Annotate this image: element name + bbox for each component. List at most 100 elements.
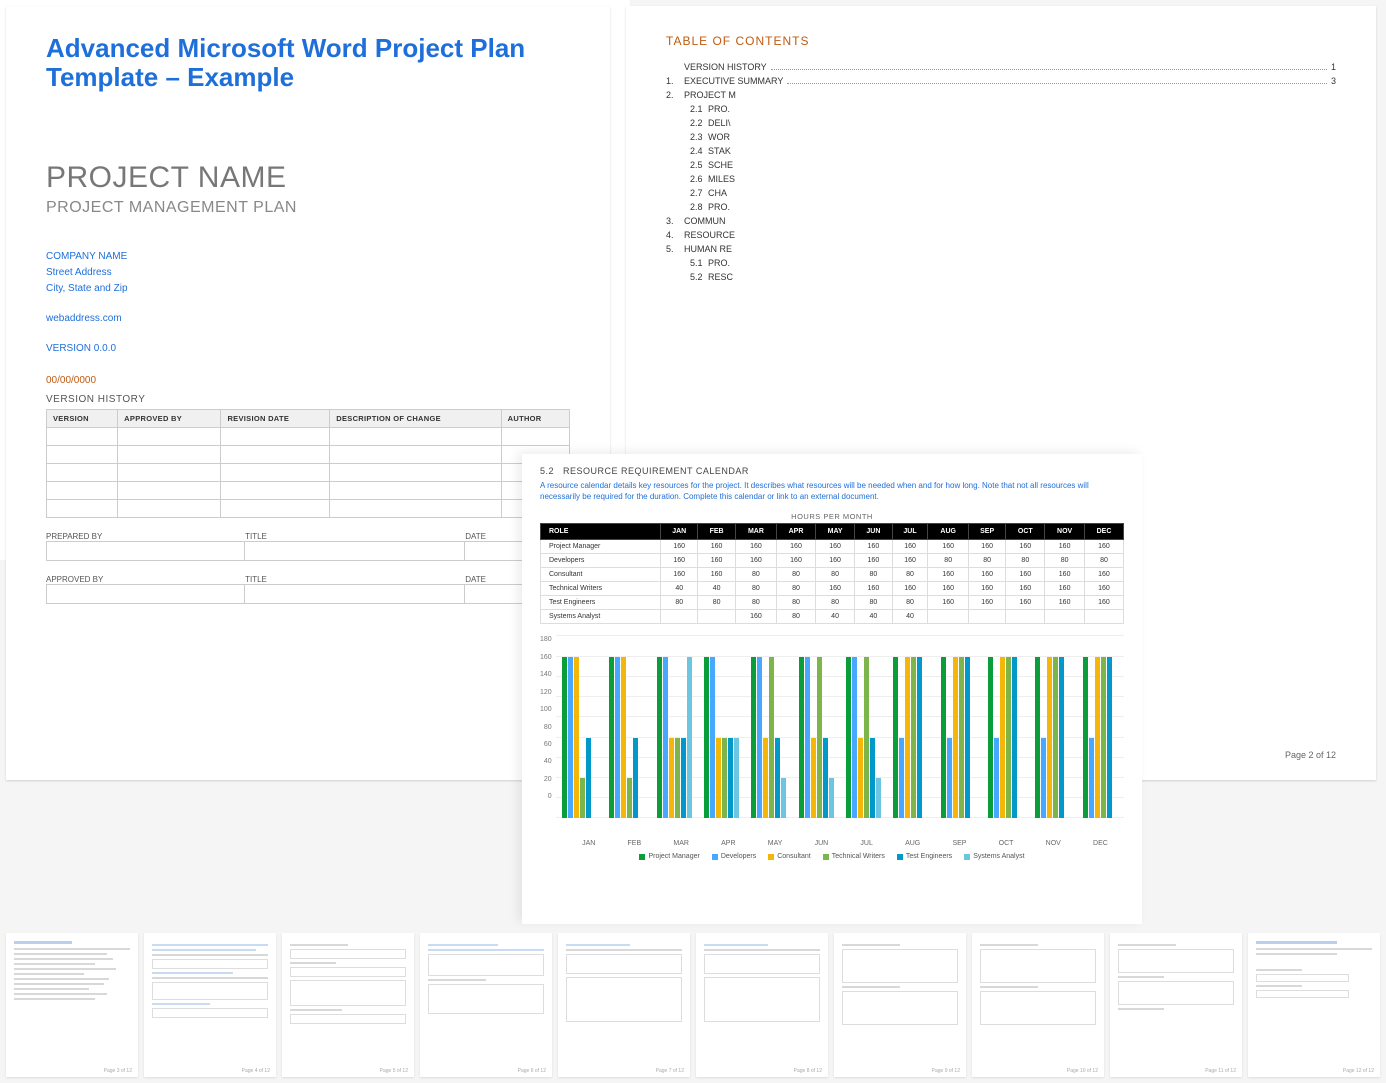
x-tick: MAR: [673, 840, 689, 847]
vh-col-header: VERSION: [47, 410, 118, 428]
toc-subentry[interactable]: 2.8PRO.: [666, 202, 1336, 212]
toc-heading: TABLE OF CONTENTS: [666, 34, 1336, 48]
bar: [704, 657, 709, 819]
page-thumbnail[interactable]: Page 12 of 12: [1248, 933, 1380, 1077]
toc-subentry[interactable]: 2.3WOR: [666, 132, 1336, 142]
bar: [1047, 657, 1052, 819]
toc-subentry[interactable]: 2.4STAK: [666, 146, 1336, 156]
x-tick: JAN: [582, 840, 595, 847]
bar: [870, 738, 875, 819]
toc-subentry[interactable]: 2.1PRO.: [666, 104, 1336, 114]
toc-subentry[interactable]: 2.5SCHE: [666, 160, 1336, 170]
bar: [675, 738, 680, 819]
bar: [1089, 738, 1094, 819]
bar: [947, 738, 952, 819]
sig-field[interactable]: [245, 541, 465, 561]
sig-label: TITLE: [245, 532, 465, 541]
bar: [1035, 657, 1040, 819]
bar: [627, 778, 632, 818]
sig-label: APPROVED BY: [46, 575, 245, 584]
bar: [994, 738, 999, 819]
x-tick: OCT: [999, 840, 1014, 847]
sig-field[interactable]: [245, 584, 465, 604]
project-subtitle: PROJECT MANAGEMENT PLAN: [46, 199, 570, 217]
toc-entry[interactable]: 2.PROJECT M: [666, 90, 1336, 100]
table-row: Project Manager1601601601601601601601601…: [541, 540, 1124, 554]
x-tick: JUN: [815, 840, 829, 847]
bar: [1006, 657, 1011, 819]
x-tick: APR: [721, 840, 735, 847]
bar-group: [657, 636, 692, 818]
bar: [1095, 657, 1100, 819]
page-thumbnail[interactable]: Page 8 of 12: [696, 933, 828, 1077]
doc-version: VERSION 0.0.0: [46, 341, 570, 357]
bar: [1041, 738, 1046, 819]
toc-subentry[interactable]: 5.2RESC: [666, 272, 1336, 282]
page-thumbnail[interactable]: Page 5 of 12: [282, 933, 414, 1077]
bar: [823, 738, 828, 819]
bar: [1000, 657, 1005, 819]
toc-subentry[interactable]: 5.1PRO.: [666, 258, 1336, 268]
x-tick: JUL: [860, 840, 872, 847]
toc-entry[interactable]: 1.EXECUTIVE SUMMARY3: [666, 76, 1336, 86]
vh-col-header: AUTHOR: [501, 410, 569, 428]
bar: [941, 657, 946, 819]
bar: [1053, 657, 1058, 819]
page-thumbnail[interactable]: Page 6 of 12: [420, 933, 552, 1077]
legend-item: Consultant: [768, 853, 810, 860]
toc-subentry[interactable]: 2.6MILES: [666, 174, 1336, 184]
legend-item: Developers: [712, 853, 756, 860]
bar: [846, 657, 851, 819]
bar-group: [751, 636, 786, 818]
page-thumbnail[interactable]: Page 7 of 12: [558, 933, 690, 1077]
bar: [959, 657, 964, 819]
bar: [988, 657, 993, 819]
document-title: Advanced Microsoft Word Project Plan Tem…: [46, 34, 570, 91]
bar-group: [609, 636, 644, 818]
bar-group: [988, 636, 1023, 818]
sig-field[interactable]: [46, 541, 245, 561]
bar: [763, 738, 768, 819]
legend-item: Technical Writers: [823, 853, 885, 860]
toc-entry[interactable]: VERSION HISTORY1: [666, 62, 1336, 72]
bar: [716, 738, 721, 819]
company-name: COMPANY NAME: [46, 249, 570, 265]
bar: [687, 657, 692, 819]
bar: [829, 778, 834, 818]
bar-group: [846, 636, 881, 818]
page-thumbnail[interactable]: Page 11 of 12: [1110, 933, 1242, 1077]
bar: [799, 657, 804, 819]
bar: [1083, 657, 1088, 819]
vh-col-header: REVISION DATE: [221, 410, 330, 428]
bar: [657, 657, 662, 819]
toc-entry[interactable]: 3.COMMUN: [666, 216, 1336, 226]
bar: [1101, 657, 1106, 819]
sig-label: PREPARED BY: [46, 532, 245, 541]
bar: [905, 657, 910, 819]
company-web: webaddress.com: [46, 311, 570, 327]
bar: [864, 657, 869, 819]
x-tick: MAY: [768, 840, 783, 847]
page-thumbnail[interactable]: Page 4 of 12: [144, 933, 276, 1077]
page-thumbnail[interactable]: Page 10 of 12: [972, 933, 1104, 1077]
bar: [769, 657, 774, 819]
resource-calendar-card: 5.2 RESOURCE REQUIREMENT CALENDAR A reso…: [522, 454, 1142, 924]
toc-subentry[interactable]: 2.7CHA: [666, 188, 1336, 198]
toc-subentry[interactable]: 2.2DELI\: [666, 118, 1336, 128]
bar-group: [893, 636, 928, 818]
cover-page: Advanced Microsoft Word Project Plan Tem…: [6, 6, 610, 780]
page-thumbnail[interactable]: Page 3 of 12: [6, 933, 138, 1077]
version-history-heading: VERSION HISTORY: [46, 394, 570, 405]
bar: [586, 738, 591, 819]
x-tick: SEP: [952, 840, 966, 847]
bar: [876, 778, 881, 818]
page-thumbnail-strip: Page 3 of 12 Page 4 of 12 Page 5 of 12 P…: [6, 933, 1380, 1077]
x-tick: DEC: [1093, 840, 1108, 847]
bar-group: [1083, 636, 1118, 818]
vh-col-header: DESCRIPTION OF CHANGE: [330, 410, 501, 428]
sig-field[interactable]: [46, 584, 245, 604]
toc-entry[interactable]: 4.RESOURCE: [666, 230, 1336, 240]
doc-date: 00/00/0000: [46, 375, 570, 386]
toc-entry[interactable]: 5.HUMAN RE: [666, 244, 1336, 254]
page-thumbnail[interactable]: Page 9 of 12: [834, 933, 966, 1077]
